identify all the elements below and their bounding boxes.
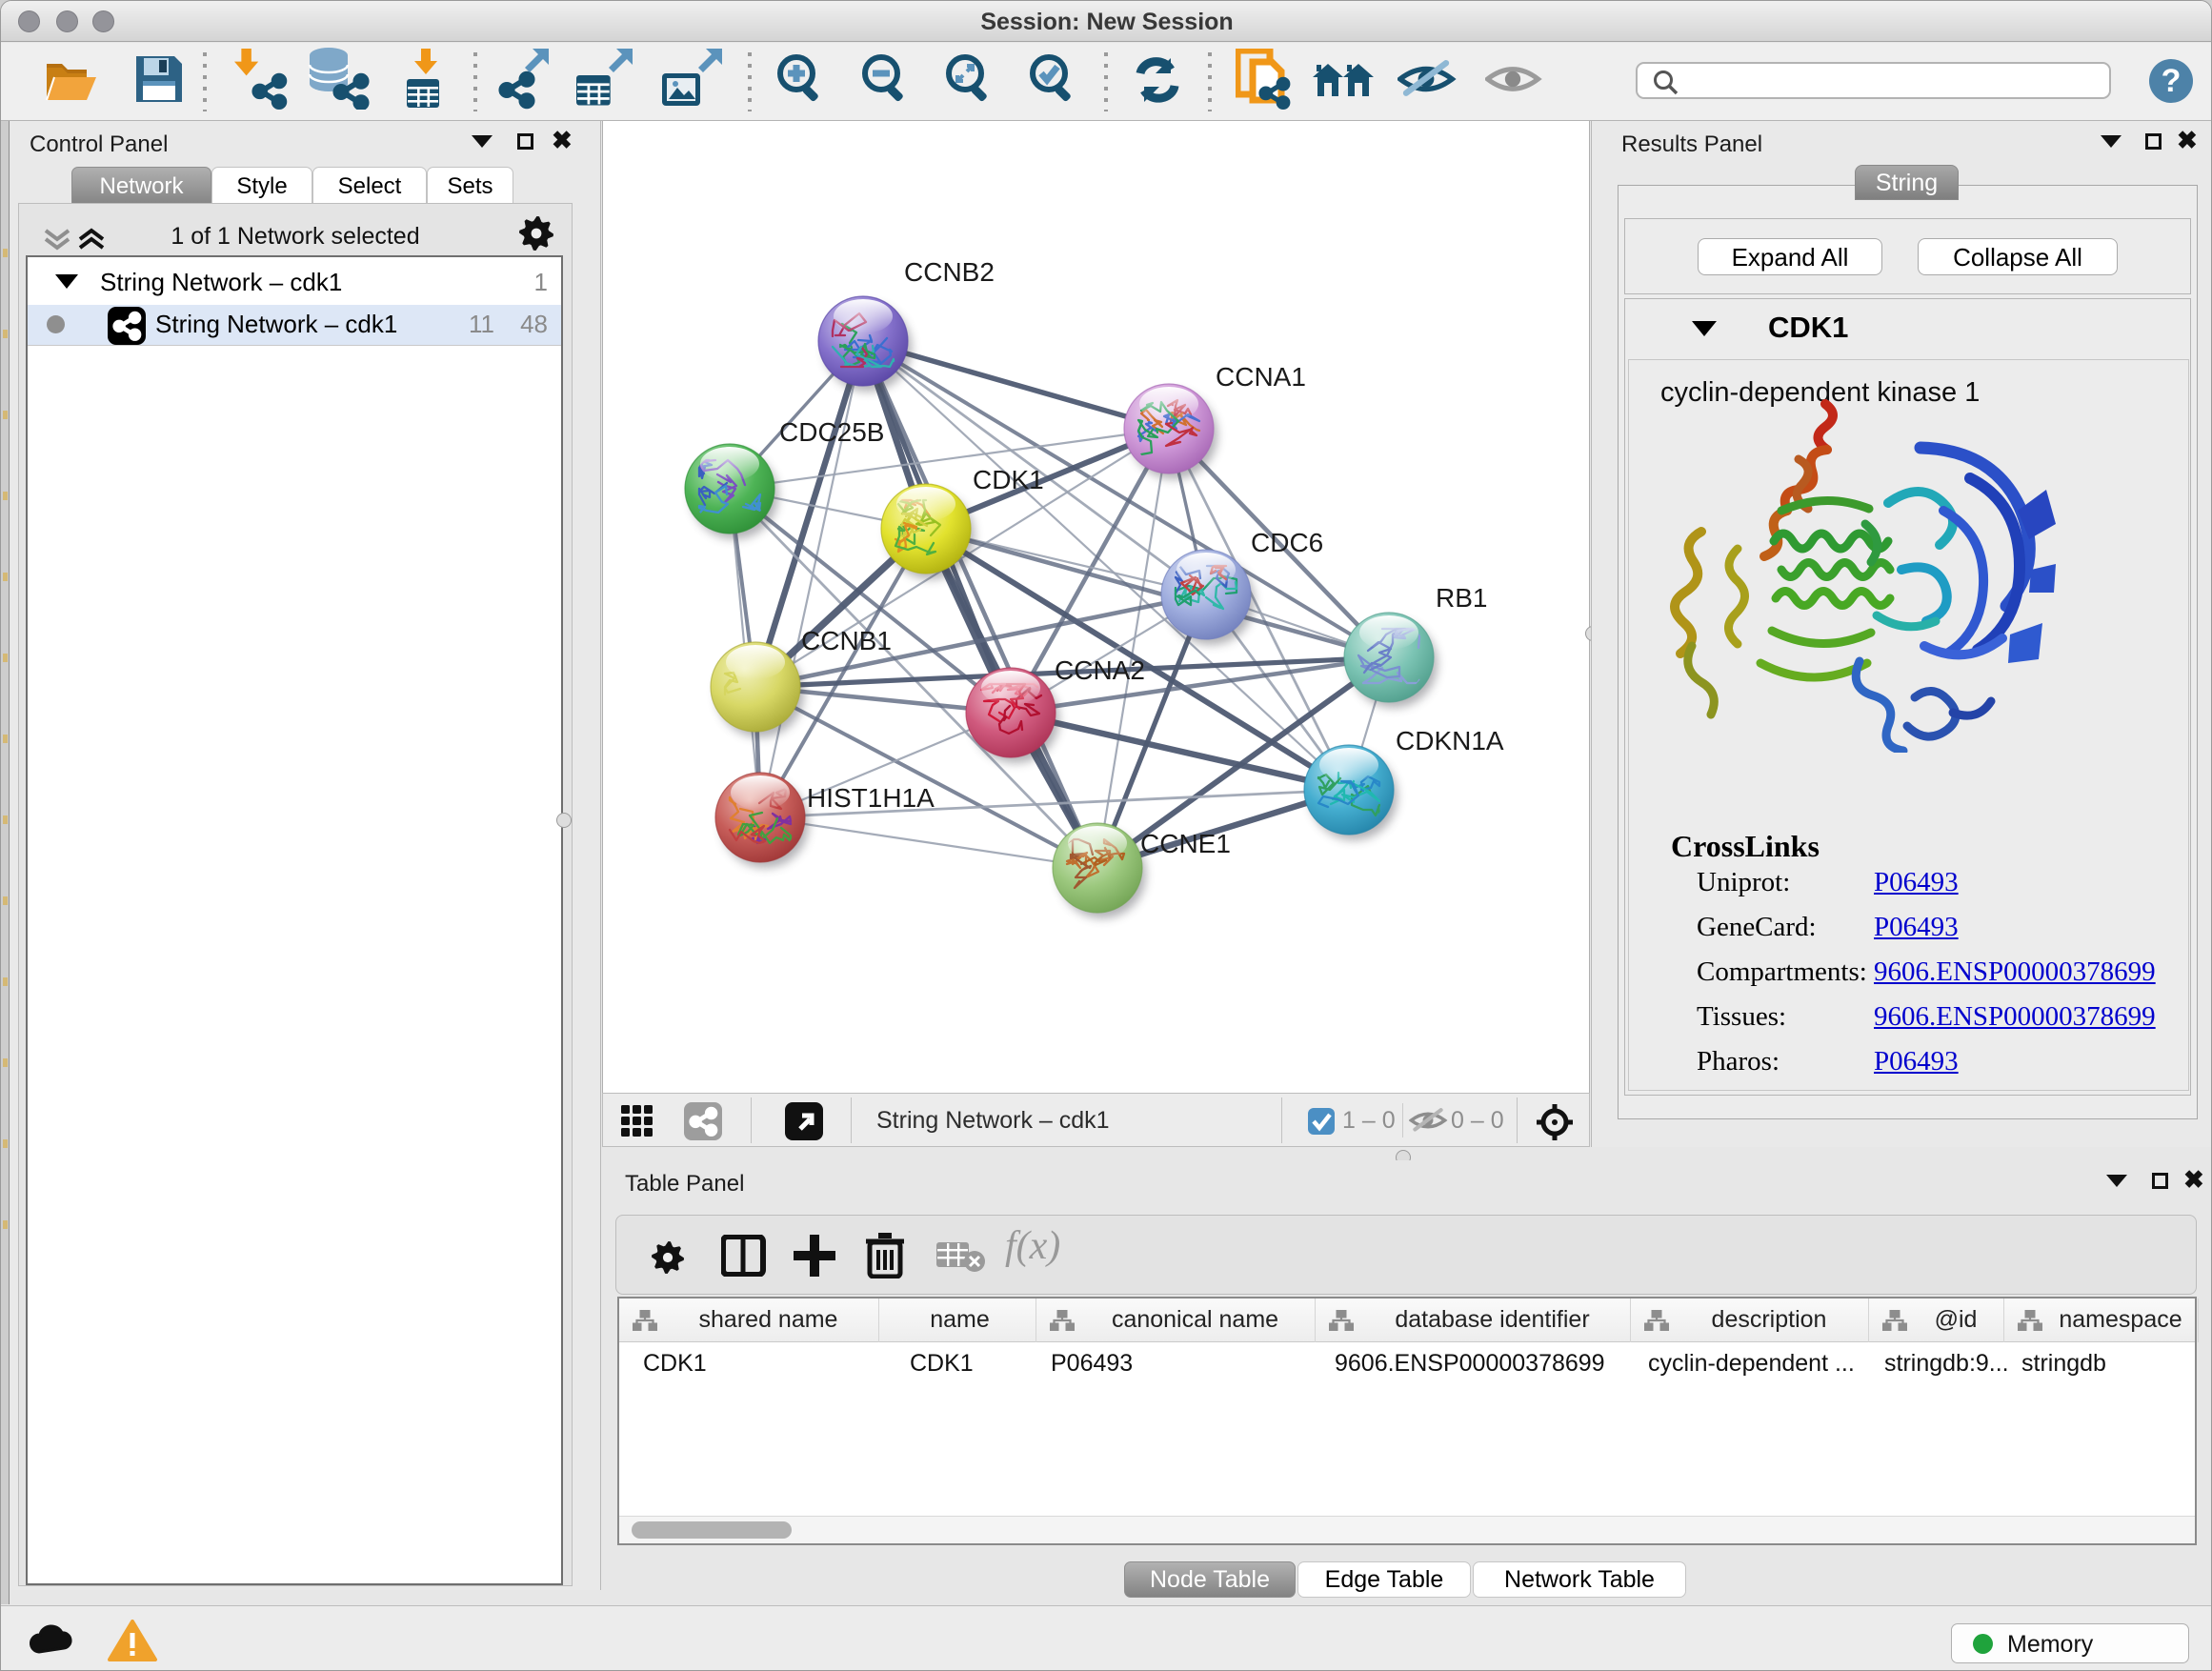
svg-text:?: ? — [2162, 63, 2182, 99]
svg-text:RB1: RB1 — [1436, 583, 1487, 613]
svg-text:CCNA2: CCNA2 — [1055, 655, 1145, 685]
svg-text:CCNB2: CCNB2 — [904, 257, 995, 287]
svg-text:CCNA1: CCNA1 — [1216, 362, 1306, 392]
svg-text:CCNE1: CCNE1 — [1140, 829, 1231, 858]
svg-text:CCNB1: CCNB1 — [801, 626, 892, 655]
svg-text:CDKN1A: CDKN1A — [1396, 726, 1504, 755]
svg-text:HIST1H1A: HIST1H1A — [807, 783, 935, 813]
svg-text:CDC6: CDC6 — [1251, 528, 1323, 557]
svg-text:CDK1: CDK1 — [973, 465, 1044, 494]
svg-text:CDC25B: CDC25B — [779, 417, 884, 447]
